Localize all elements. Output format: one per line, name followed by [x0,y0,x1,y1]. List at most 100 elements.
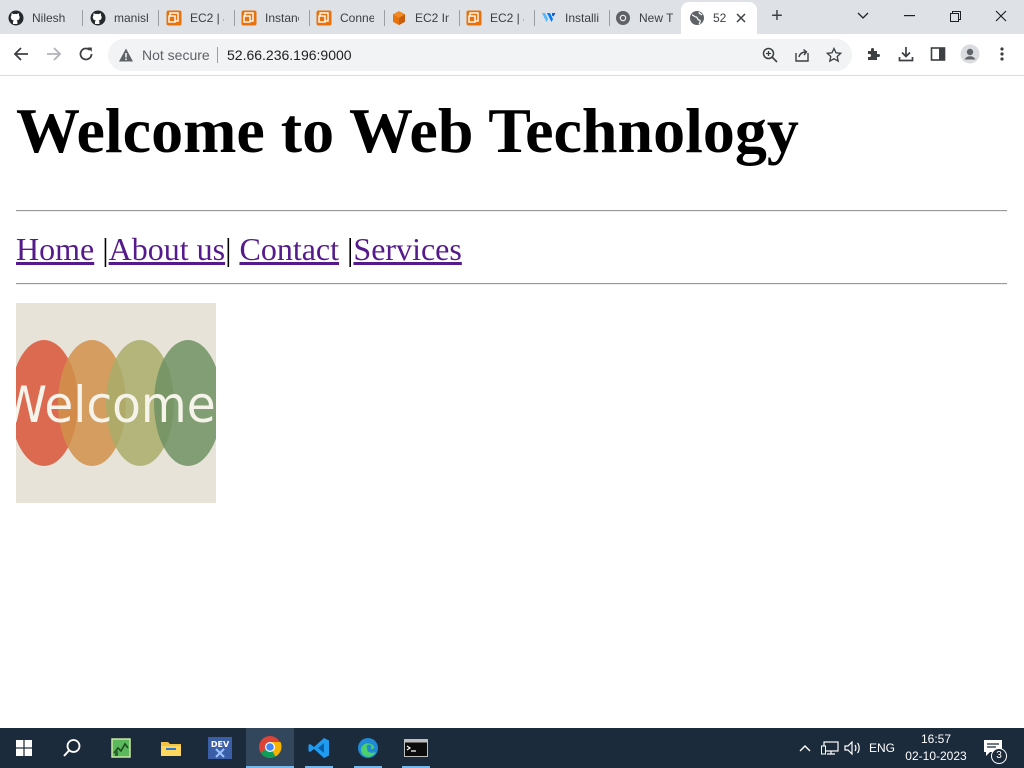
minimize-icon [903,15,915,17]
globe-icon [689,10,705,26]
reload-button[interactable] [72,40,100,68]
taskbar-app-file-explorer[interactable] [147,728,195,768]
zoom-icon[interactable] [760,45,780,65]
address-bar[interactable]: Not secure 52.66.236.196:9000 [108,39,852,71]
taskbar-app-vscode[interactable] [295,728,343,768]
tab-1[interactable]: Nilesh [8,4,76,32]
tab-separator [609,10,610,26]
welcome-image: Welcome [16,303,216,503]
windows-start-icon [16,740,32,756]
volume-icon [844,741,860,755]
clock-date: 02-10-2023 [905,749,967,763]
puzzle-icon [868,48,880,60]
tab-search-button[interactable] [840,0,886,32]
kebab-menu-icon [1000,47,1004,61]
horizontal-rule [16,210,1007,212]
nav-separator: | [225,231,232,267]
tab-separator [309,10,310,26]
tab-title: EC2 In [415,11,449,25]
taskbar-app-chrome[interactable] [246,728,294,768]
tab-8[interactable]: Installi [541,4,609,32]
tab-9[interactable]: New T [615,4,679,32]
side-panel-button[interactable] [924,40,952,68]
tab-2[interactable]: manish [90,4,158,32]
chevron-down-icon [857,12,869,19]
tab-4[interactable]: Instanc [241,4,309,32]
share-icon[interactable] [792,45,812,65]
tab-7[interactable]: EC2 | a [466,4,534,32]
file-explorer-icon [161,742,181,756]
nav-link-home[interactable]: Home [16,231,94,267]
language-indicator[interactable]: ENG [866,728,898,768]
close-window-button[interactable] [978,0,1024,32]
browser-toolbar: Not secure 52.66.236.196:9000 [0,34,1024,76]
new-tab-button[interactable]: + [766,6,788,28]
tab-title: New T [639,11,673,25]
volume-button[interactable] [842,728,864,768]
tab-separator [82,10,83,26]
tab-separator [459,10,460,26]
nav-link-about-us[interactable]: About us [109,231,225,267]
back-button[interactable] [7,40,35,68]
tab-separator [234,10,235,26]
restore-button[interactable] [932,0,978,32]
bookmark-star-icon[interactable] [824,45,844,65]
warning-triangle-icon[interactable] [118,47,134,68]
avatar-icon [960,44,980,64]
chevron-up-icon [799,745,811,752]
address-divider [217,47,218,63]
tab-title: EC2 | a [190,11,224,25]
network-button[interactable] [818,728,842,768]
horizontal-rule [16,283,1007,285]
arrow-left-icon [13,47,28,61]
clock-time: 16:57 [920,732,952,746]
taskbar-app-task-manager[interactable] [97,728,145,768]
tab-separator [384,10,385,26]
reload-icon [79,47,93,61]
search-button[interactable] [48,728,96,768]
aws-cube-icon [391,10,407,26]
forward-button[interactable] [40,40,68,68]
web-page: Welcome to Web Technology Home |About us… [0,77,1024,728]
dev-icon: DEV [208,737,232,759]
notification-count-badge: 3 [991,748,1007,764]
tab-title: Instanc [265,11,299,25]
taskbar-app-terminal[interactable] [392,728,440,768]
welcome-image-text: Welcome [16,377,216,435]
start-button[interactable] [0,728,48,768]
download-icon [898,47,914,62]
security-status[interactable]: Not secure [142,47,210,63]
restore-icon [949,10,961,22]
tab-6[interactable]: EC2 In [391,4,459,32]
tab-3[interactable]: EC2 | a [166,4,234,32]
url-text[interactable]: 52.66.236.196:9000 [227,47,352,63]
search-icon [63,739,81,757]
downloads-button[interactable] [892,40,920,68]
nav-bar: Home |About us| Contact |Services [16,229,462,269]
system-clock[interactable]: 16:57 02-10-2023 [900,731,972,765]
network-icon [821,741,839,755]
close-tab-icon[interactable] [733,10,749,26]
task-manager-icon [111,738,131,758]
nav-link-services[interactable]: Services [353,231,461,267]
profile-button[interactable] [956,40,984,68]
nav-link-contact[interactable]: Contact [239,231,339,267]
tab-active[interactable]: 52 [681,2,757,34]
taskbar-app-dev[interactable]: DEV [196,728,244,768]
tab-separator [534,10,535,26]
extensions-button[interactable] [860,40,888,68]
aws-icon [241,10,257,26]
aws-icon [466,10,482,26]
minimize-button[interactable] [886,0,932,32]
tab-5[interactable]: Conne [316,4,384,32]
windows-taskbar: DEV ENG 16:57 02-10-2023 3 [0,728,1024,768]
github-icon [8,10,24,26]
terminal-icon [404,739,428,757]
browser-menu-button[interactable] [988,40,1016,68]
show-hidden-icons-button[interactable] [796,728,814,768]
taskbar-app-edge[interactable] [344,728,392,768]
tab-title: EC2 | a [490,11,524,25]
chrome-icon [615,10,631,26]
tab-title: manish [114,11,148,25]
svg-text:DEV: DEV [211,740,230,749]
